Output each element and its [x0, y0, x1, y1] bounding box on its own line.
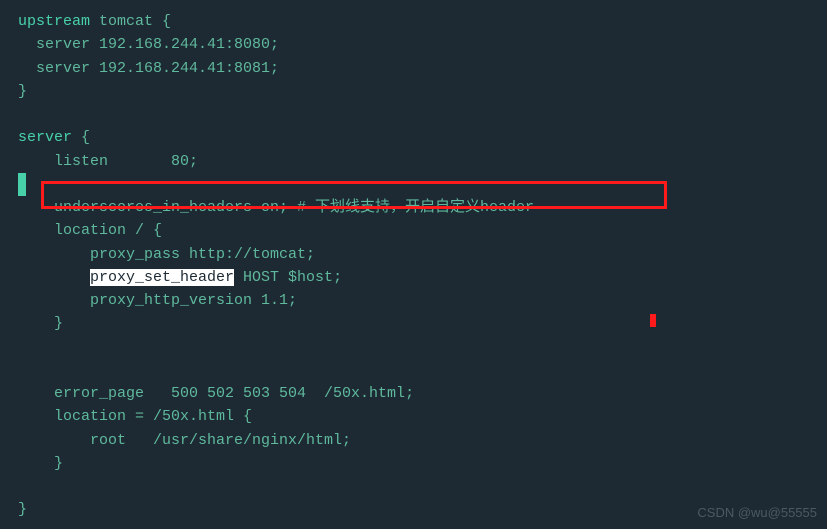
code-text: root /usr/share/nginx/html;	[18, 432, 351, 449]
code-text: }	[18, 83, 27, 100]
code-text: server 192.168.244.41:8080;	[18, 36, 279, 53]
code-text: server 192.168.244.41:8081;	[18, 60, 279, 77]
code-text: }	[18, 315, 63, 332]
code-line[interactable]: upstream tomcat {	[0, 10, 827, 33]
code-text: location / {	[18, 222, 162, 239]
keyword: server	[18, 129, 72, 146]
code-line[interactable]	[0, 475, 827, 498]
comment-text: # 下划线支持，开启自定义header	[288, 199, 534, 216]
annotation-marker	[650, 314, 656, 327]
code-line[interactable]: server 192.168.244.41:8080;	[0, 33, 827, 56]
code-text: proxy_http_version 1.1;	[18, 292, 297, 309]
code-line[interactable]: proxy_http_version 1.1;	[0, 289, 827, 312]
code-text: location = /50x.html {	[18, 408, 252, 425]
cursor-block	[18, 173, 26, 196]
code-line[interactable]: listen 80;	[0, 150, 827, 173]
code-line[interactable]: proxy_set_header HOST $host;	[0, 266, 827, 289]
code-text: listen 80;	[18, 153, 198, 170]
code-text	[18, 269, 90, 286]
code-text: tomcat {	[90, 13, 171, 30]
code-line[interactable]: server {	[0, 126, 827, 149]
code-line[interactable]	[0, 173, 827, 196]
code-line[interactable]	[0, 103, 827, 126]
code-text: HOST $host;	[234, 269, 342, 286]
code-line[interactable]: proxy_pass http://tomcat;	[0, 243, 827, 266]
code-line[interactable]: location / {	[0, 219, 827, 242]
code-text: {	[72, 129, 90, 146]
code-line[interactable]: }	[0, 80, 827, 103]
code-text: underscores_in_headers on;	[18, 199, 288, 216]
code-text: proxy_pass http://tomcat;	[18, 246, 315, 263]
code-line[interactable]: error_page 500 502 503 504 /50x.html;	[0, 382, 827, 405]
highlighted-text: proxy_set_header	[90, 269, 234, 286]
keyword: upstream	[18, 13, 90, 30]
code-line[interactable]	[0, 336, 827, 359]
code-line[interactable]: }	[0, 312, 827, 335]
code-line[interactable]: server 192.168.244.41:8081;	[0, 57, 827, 80]
watermark-text: CSDN @wu@55555	[697, 503, 817, 523]
code-editor[interactable]: upstream tomcat { server 192.168.244.41:…	[0, 0, 827, 522]
code-line[interactable]: location = /50x.html {	[0, 405, 827, 428]
code-text: }	[18, 455, 63, 472]
code-line[interactable]: underscores_in_headers on; # 下划线支持，开启自定义…	[0, 196, 827, 219]
code-line[interactable]: root /usr/share/nginx/html;	[0, 429, 827, 452]
code-line[interactable]	[0, 359, 827, 382]
code-text: }	[18, 501, 27, 518]
code-line[interactable]: }	[0, 452, 827, 475]
code-text: error_page 500 502 503 504 /50x.html;	[18, 385, 414, 402]
